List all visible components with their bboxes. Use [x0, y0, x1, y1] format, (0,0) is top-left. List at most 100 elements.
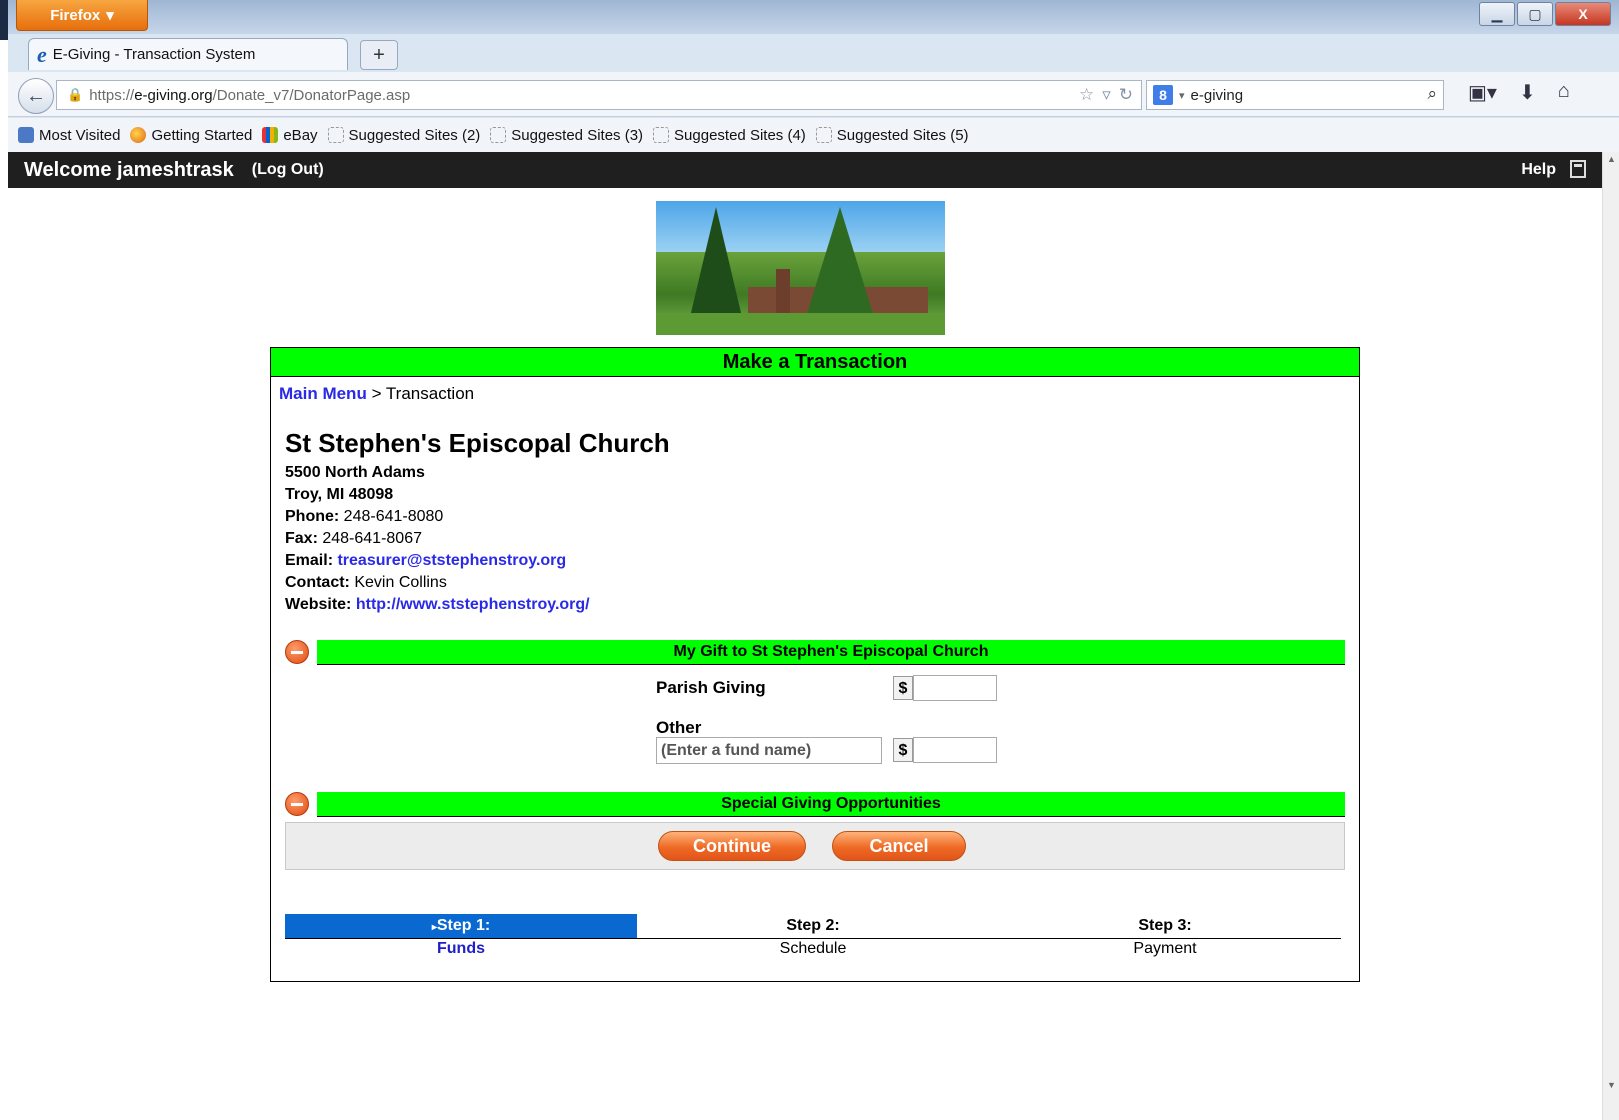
- firefox-menu-button[interactable]: Firefox ▾: [16, 0, 148, 31]
- suggested-sites-icon: [653, 127, 670, 143]
- gift-section-header: My Gift to St Stephen's Episcopal Church: [317, 640, 1345, 665]
- step-1-tab[interactable]: ▸Step 1:: [285, 914, 637, 939]
- google-search-engine-icon[interactable]: 8: [1153, 85, 1173, 105]
- continue-button[interactable]: Continue: [658, 831, 806, 861]
- currency-symbol: $: [893, 738, 913, 762]
- welcome-text: Welcome jameshtrask: [24, 158, 234, 181]
- bookmark-label: Most Visited: [39, 126, 121, 144]
- ebay-icon: [262, 127, 279, 143]
- help-link[interactable]: Help: [1521, 161, 1556, 179]
- org-address-line2: Troy, MI 48098: [285, 486, 394, 503]
- bookmark-label: Suggested Sites (3): [511, 126, 644, 144]
- bookmark-getting-started[interactable]: Getting Started: [130, 127, 252, 144]
- bookmark-star-icon[interactable]: ☆: [1079, 85, 1094, 105]
- cancel-button[interactable]: Cancel: [832, 831, 966, 861]
- org-website: Website: http://www.ststephenstroy.org/: [285, 596, 590, 613]
- bookmark-label: Suggested Sites (2): [348, 126, 481, 144]
- search-engine-dropdown-icon[interactable]: ▾: [1179, 89, 1185, 102]
- welcome-bar: Welcome jameshtrask (Log Out) Help: [8, 152, 1602, 188]
- back-button[interactable]: ←: [18, 78, 54, 114]
- bookmarks-bar: Most Visited Getting Started eBay Sugges…: [8, 118, 1619, 152]
- step-2-tab[interactable]: Step 2:: [637, 914, 989, 939]
- org-phone: Phone: 248-641-8080: [285, 508, 444, 525]
- org-email: Email: treasurer@ststephenstroy.org: [285, 552, 567, 569]
- step-3-sub: Payment: [1133, 940, 1197, 957]
- special-giving-header: Special Giving Opportunities: [317, 792, 1345, 817]
- breadcrumb: Main Menu > Transaction: [279, 384, 474, 404]
- bookmarks-menu-icon[interactable]: ▣▾: [1468, 80, 1497, 105]
- breadcrumb-main-menu-link[interactable]: Main Menu: [279, 384, 367, 403]
- bookmark-label: eBay: [283, 126, 318, 144]
- org-contact: Contact: Kevin Collins: [285, 574, 447, 591]
- fund-name-input[interactable]: (Enter a fund name): [656, 737, 882, 764]
- suggested-sites-icon: [815, 127, 832, 143]
- browser-window: Firefox ▾ ▁ ▢ X e E-Giving - Transaction…: [8, 0, 1619, 1120]
- bookmark-suggested-sites-2[interactable]: Suggested Sites (2): [327, 126, 481, 144]
- vertical-scrollbar[interactable]: ▲ ▼: [1602, 152, 1619, 1120]
- org-fax: Fax: 248-641-8067: [285, 530, 422, 547]
- bookmark-suggested-sites-5[interactable]: Suggested Sites (5): [815, 126, 969, 144]
- suggested-sites-icon: [490, 127, 507, 143]
- navigation-bar: ← 🔒 https://e-giving.org/Donate_v7/Donat…: [8, 72, 1619, 117]
- other-fund-amount-input[interactable]: [913, 737, 997, 763]
- website-link[interactable]: http://www.ststephenstroy.org/: [356, 596, 590, 613]
- lawn-shape: [656, 313, 945, 335]
- tree-shape: [690, 207, 742, 317]
- maximize-button[interactable]: ▢: [1517, 2, 1553, 26]
- firefox-menu-label: Firefox: [50, 6, 101, 24]
- logout-link[interactable]: (Log Out): [252, 161, 324, 179]
- url-bar-actions: ☆ ▿ ↻: [1079, 85, 1133, 105]
- url-text: https://e-giving.org/Donate_v7/DonatorPa…: [89, 86, 411, 104]
- step-1-sub: Funds: [437, 940, 485, 957]
- back-arrow-icon: ←: [26, 84, 46, 107]
- toolbar-icons: ▣▾ ⬇ ⌂: [1468, 80, 1570, 105]
- collapse-gift-section-icon[interactable]: [285, 640, 309, 664]
- bookmark-most-visited[interactable]: Most Visited: [18, 127, 120, 144]
- step-2-sub: Schedule: [779, 940, 847, 957]
- title-bar: Firefox ▾ ▁ ▢ X: [8, 0, 1619, 34]
- firefox-icon: [130, 127, 147, 143]
- url-bar[interactable]: 🔒 https://e-giving.org/Donate_v7/Donator…: [56, 80, 1142, 110]
- button-area: Continue Cancel: [285, 822, 1345, 870]
- bookmark-label: Suggested Sites (5): [836, 126, 969, 144]
- bookmark-label: Suggested Sites (4): [674, 126, 806, 144]
- currency-symbol: $: [893, 676, 913, 700]
- collapse-special-section-icon[interactable]: [285, 792, 309, 816]
- bookmark-suggested-sites-3[interactable]: Suggested Sites (3): [490, 127, 643, 144]
- other-fund-label: Other: [656, 718, 702, 737]
- window-controls: ▁ ▢ X: [1479, 2, 1611, 26]
- downloads-icon[interactable]: ⬇: [1519, 80, 1536, 105]
- tab-bar: e E-Giving - Transaction System +: [8, 34, 1619, 70]
- step-label: Step 1:: [436, 917, 491, 934]
- org-name: St Stephen's Episcopal Church: [285, 428, 670, 458]
- bookmark-suggested-sites-4[interactable]: Suggested Sites (4): [653, 127, 806, 144]
- email-link[interactable]: treasurer@ststephenstroy.org: [337, 552, 566, 569]
- search-icon[interactable]: ⌕: [1427, 84, 1437, 104]
- home-icon[interactable]: ⌂: [1558, 80, 1570, 105]
- panel-title: Make a Transaction: [271, 348, 1359, 377]
- calculator-icon[interactable]: [1570, 160, 1586, 178]
- tree-shape: [806, 207, 874, 317]
- parish-giving-amount-input[interactable]: [913, 675, 997, 701]
- tab-egiving[interactable]: e E-Giving - Transaction System: [28, 38, 348, 70]
- scroll-up-arrow-icon[interactable]: ▲: [1607, 154, 1616, 164]
- ie-favicon-icon: e: [37, 41, 47, 67]
- close-window-button[interactable]: X: [1555, 2, 1611, 26]
- chimney-shape: [776, 269, 790, 313]
- dropdown-arrow-icon: ▾: [106, 7, 114, 24]
- church-photo: [656, 201, 945, 335]
- search-bar[interactable]: 8 ▾ e-giving ⌕: [1146, 80, 1444, 110]
- page-viewport: Welcome jameshtrask (Log Out) Help Make …: [8, 152, 1602, 1120]
- history-dropdown-icon[interactable]: ▿: [1102, 85, 1111, 105]
- reload-icon[interactable]: ↻: [1119, 85, 1133, 105]
- scroll-down-arrow-icon[interactable]: ▼: [1607, 1080, 1616, 1090]
- bookmark-label: Getting Started: [151, 126, 253, 144]
- breadcrumb-current: > Transaction: [371, 384, 475, 403]
- search-input-value: e-giving: [1190, 86, 1244, 104]
- lock-icon: 🔒: [67, 87, 84, 102]
- minimize-button[interactable]: ▁: [1479, 2, 1515, 26]
- parish-giving-label: Parish Giving: [656, 678, 766, 697]
- new-tab-button[interactable]: +: [360, 40, 398, 70]
- bookmark-ebay[interactable]: eBay: [262, 126, 318, 144]
- step-3-tab[interactable]: Step 3:: [989, 914, 1341, 939]
